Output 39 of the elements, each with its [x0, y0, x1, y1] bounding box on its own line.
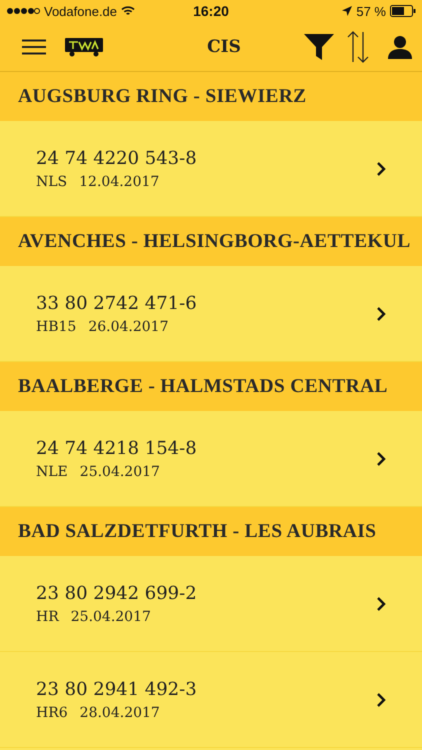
wagon-code: HR6	[36, 704, 68, 720]
battery-percent: 57 %	[356, 4, 386, 18]
chevron-right-icon	[376, 692, 386, 708]
wagon-number: 33 80 2742 471-6	[36, 292, 197, 314]
location-arrow-icon	[342, 6, 352, 16]
section-header: AUGSBURG RING - SIEWIERZ	[0, 72, 422, 121]
clock-time: 16:20	[193, 3, 229, 19]
wagon-number: 24 74 4218 154-8	[36, 438, 197, 458]
section-header: AVENCHES - HELSINGBORG-AETTEKUL	[0, 217, 422, 266]
menu-icon[interactable]	[22, 38, 46, 54]
section-header: BAALBERGE - HALMSTADS CENTRAL	[0, 362, 422, 411]
chevron-right-icon	[376, 596, 386, 612]
chevron-right-icon	[376, 306, 386, 322]
wagon-logo-icon[interactable]	[64, 36, 104, 56]
item-date: 25.04.2017	[80, 464, 160, 480]
user-icon[interactable]	[388, 34, 412, 58]
battery-icon	[390, 5, 416, 17]
list-item[interactable]: 23 80 2941 492-3 HR6 28.04.2017	[0, 652, 422, 748]
chevron-right-icon	[376, 450, 386, 466]
screen-title: CIS	[206, 36, 242, 56]
sort-icon[interactable]	[346, 30, 370, 62]
chevron-right-icon	[376, 160, 386, 176]
section-header: BAD SALZDETFURTH - LES AUBRAIS	[0, 507, 422, 556]
wagon-code: NLS	[36, 174, 68, 190]
carrier-name: Vodafone.de	[44, 4, 118, 18]
signal-icon	[6, 7, 40, 15]
item-date: 25.04.2017	[70, 608, 151, 624]
list-item[interactable]: 23 80 2942 699-2 HR 25.04.2017	[0, 556, 422, 652]
wagon-code: HB15	[36, 318, 76, 334]
item-date: 12.04.2017	[79, 174, 160, 190]
filter-icon[interactable]	[304, 34, 334, 60]
wagon-number: 23 80 2941 492-3	[36, 678, 197, 700]
wagon-number: 23 80 2942 699-2	[36, 582, 197, 604]
wifi-icon	[121, 6, 136, 16]
wagon-code: HR	[36, 608, 59, 624]
wagon-number: 24 74 4220 543-8	[36, 148, 197, 168]
wagon-code: NLE	[36, 464, 68, 480]
item-date: 26.04.2017	[88, 318, 168, 334]
item-date: 28.04.2017	[80, 704, 160, 720]
